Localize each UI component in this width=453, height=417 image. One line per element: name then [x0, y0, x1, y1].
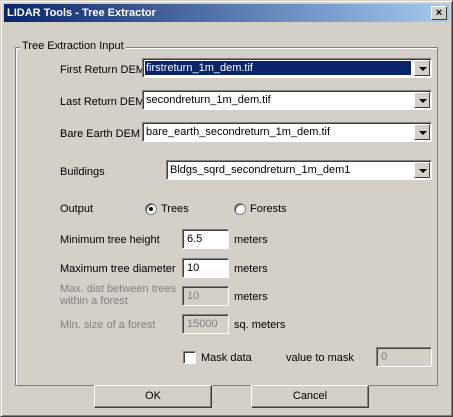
buildings-label: Buildings — [60, 166, 105, 178]
first-return-value: firstreturn_1m_dem.tif — [145, 61, 411, 75]
chevron-down-icon[interactable] — [414, 162, 430, 178]
max-dist-unit: meters — [234, 291, 268, 303]
max-dist-label-line2: within a forest — [60, 295, 128, 307]
first-return-dropdown[interactable]: firstreturn_1m_dem.tif — [142, 58, 432, 78]
cancel-button[interactable]: Cancel — [251, 385, 369, 408]
last-return-dropdown[interactable]: secondreturn_1m_dem.tif — [142, 90, 432, 110]
min-forest-size-input[interactable]: 15000 — [182, 314, 229, 334]
first-return-label: First Return DEM — [60, 64, 145, 76]
close-icon: × — [435, 7, 443, 19]
min-tree-height-unit: meters — [234, 234, 268, 246]
min-forest-size-label: Min. size of a forest — [60, 319, 156, 331]
bare-earth-label: Bare Earth DEM — [60, 128, 141, 140]
close-button[interactable]: × — [431, 6, 447, 20]
title-bar[interactable]: LIDAR Tools - Tree Extractor × — [4, 4, 449, 22]
ok-button[interactable]: OK — [94, 385, 212, 408]
value-to-mask-input[interactable]: 0 — [376, 347, 432, 367]
radio-trees-label: Trees — [161, 203, 189, 215]
chevron-down-icon[interactable] — [414, 124, 430, 140]
radio-trees[interactable] — [145, 203, 157, 215]
mask-data-checkbox[interactable] — [183, 351, 196, 364]
bare-earth-value: bare_earth_secondreturn_1m_dem.tif — [146, 126, 331, 138]
group-title: Tree Extraction Input — [20, 40, 126, 53]
window-title: LIDAR Tools - Tree Extractor — [7, 7, 156, 19]
max-dist-input[interactable]: 10 — [182, 286, 229, 306]
chevron-down-icon[interactable] — [414, 92, 430, 108]
output-label: Output — [60, 203, 94, 215]
min-forest-size-unit: sq. meters — [234, 319, 286, 331]
buildings-dropdown[interactable]: Bldgs_sqrd_secondreturn_1m_dem1 — [166, 160, 432, 180]
chevron-down-icon[interactable] — [414, 60, 430, 76]
min-tree-height-input[interactable]: 6.5 — [182, 229, 229, 249]
max-tree-diameter-unit: meters — [234, 263, 268, 275]
radio-forests-label: Forests — [250, 203, 287, 215]
last-return-value: secondreturn_1m_dem.tif — [146, 94, 271, 106]
bare-earth-dropdown[interactable]: bare_earth_secondreturn_1m_dem.tif — [142, 122, 432, 142]
mask-data-label: Mask data — [201, 352, 252, 364]
max-tree-diameter-label: Maximum tree diameter — [60, 263, 176, 275]
last-return-label: Last Return DEM — [60, 96, 145, 108]
radio-forests[interactable] — [234, 203, 246, 215]
value-to-mask-label: value to mask — [286, 352, 354, 364]
max-tree-diameter-input[interactable]: 10 — [182, 258, 229, 278]
buildings-value: Bldgs_sqrd_secondreturn_1m_dem1 — [170, 164, 351, 176]
min-tree-height-label: Minimum tree height — [60, 234, 160, 246]
